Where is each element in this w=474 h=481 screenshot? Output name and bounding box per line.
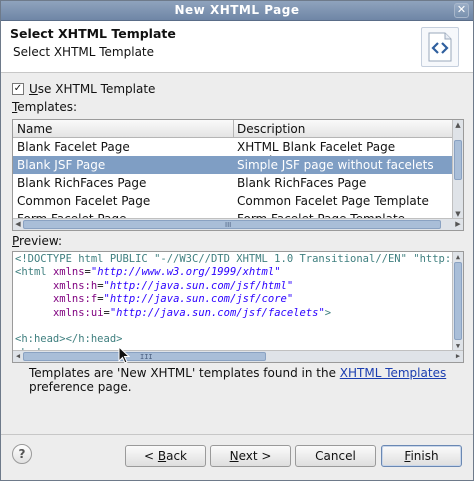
scroll-grip: III <box>225 221 232 229</box>
help-icon[interactable]: ? <box>12 444 32 464</box>
finish-button[interactable]: Finish <box>381 445 462 467</box>
info-text: Templates are 'New XHTML' templates foun… <box>29 366 447 394</box>
preview-vertical-scrollbar[interactable]: ▲ ▼ <box>452 252 463 351</box>
mouse-pointer-icon <box>118 346 130 364</box>
table-header: Name Description <box>13 120 453 138</box>
scroll-left-icon[interactable]: ◀ <box>13 351 23 362</box>
xhtml-templates-link[interactable]: XHTML Templates <box>340 366 446 380</box>
templates-label: Templates: <box>12 100 78 114</box>
column-header-name[interactable]: Name <box>17 122 52 136</box>
new-xhtml-page-dialog: New XHTML Page ✕ Select XHTML Template S… <box>0 0 474 481</box>
template-name: Common Facelet Page <box>17 194 151 208</box>
wizard-header: Select XHTML Template Select XHTML Templ… <box>1 21 473 73</box>
cancel-button[interactable]: Cancel <box>295 445 376 467</box>
use-template-label: Use XHTML Template <box>29 82 156 96</box>
scroll-up-icon[interactable]: ▲ <box>453 252 463 262</box>
preview-code: <!DOCTYPE html PUBLIC "-//W3C//DTD XHTML… <box>15 253 464 360</box>
use-template-row[interactable]: ✓ Use XHTML Template <box>12 81 155 97</box>
preview-code-line: <html xmlns="http://www.w3.org/1999/xhtm… <box>15 266 281 279</box>
preview-label: Preview: <box>12 234 63 248</box>
column-header-description[interactable]: Description <box>237 122 305 136</box>
template-name: Blank RichFaces Page <box>17 176 147 190</box>
preview-code-line: xmlns:ui="http://java.sun.com/jsf/facele… <box>52 306 332 319</box>
template-description: Blank RichFaces Page <box>237 176 367 190</box>
preview-code-line: <h:head></h:head> <box>15 333 123 346</box>
scroll-thumb[interactable]: III <box>23 220 441 229</box>
close-icon[interactable]: ✕ <box>454 3 469 18</box>
scroll-left-icon[interactable]: ◀ <box>13 219 23 230</box>
template-description: Simple JSF page without facelets <box>237 158 434 172</box>
templates-table[interactable]: Name Description Blank Facelet Page XHTM… <box>12 119 464 231</box>
window-title: New XHTML Page <box>174 3 300 17</box>
scroll-thumb[interactable]: III <box>23 352 266 361</box>
table-row[interactable]: Blank RichFaces Page Blank RichFaces Pag… <box>13 174 453 192</box>
table-row[interactable]: Blank Facelet Page XHTML Blank Facelet P… <box>13 138 453 168</box>
preview-code-line: <!DOCTYPE html PUBLIC "-//W3C//DTD XHTML… <box>15 253 464 265</box>
preview-pane[interactable]: <!DOCTYPE html PUBLIC "-//W3C//DTD XHTML… <box>12 251 464 363</box>
page-subtitle: Select XHTML Template <box>13 45 155 59</box>
xhtml-file-icon <box>421 27 459 67</box>
scroll-thumb[interactable] <box>454 140 462 180</box>
template-name: Blank JSF Page <box>17 158 106 172</box>
scroll-grip: III <box>140 353 153 361</box>
scroll-right-icon[interactable]: ▶ <box>453 219 463 230</box>
templates-horizontal-scrollbar[interactable]: ◀ III ▶ <box>13 218 463 230</box>
preview-code-line: xmlns:f="http://java.sun.com/jsf/core" <box>52 293 294 306</box>
use-template-checkbox[interactable]: ✓ <box>12 83 24 95</box>
templates-vertical-scrollbar[interactable]: ▲ ▼ <box>452 120 463 219</box>
page-title: Select XHTML Template <box>10 26 176 41</box>
back-button[interactable]: < Back <box>125 445 206 467</box>
table-row[interactable]: Common Facelet Page Common Facelet Page … <box>13 192 453 210</box>
preview-code-line: xmlns:h="http://java.sun.com/jsf/html" <box>52 279 294 292</box>
preview-code-line <box>15 320 463 333</box>
title-bar[interactable]: New XHTML Page ✕ <box>1 1 473 21</box>
template-name: Blank Facelet Page <box>17 140 130 154</box>
scroll-thumb[interactable] <box>454 262 462 340</box>
scroll-up-icon[interactable]: ▲ <box>453 120 463 130</box>
scroll-right-icon[interactable]: ▶ <box>453 351 463 362</box>
template-description: Common Facelet Page Template <box>237 194 429 208</box>
next-button[interactable]: Next > <box>210 445 291 467</box>
preview-horizontal-scrollbar[interactable]: ◀ III ▶ <box>13 350 463 362</box>
table-row-selected[interactable]: Blank JSF Page Simple JSF page without f… <box>13 156 453 174</box>
button-bar-divider <box>1 434 473 435</box>
